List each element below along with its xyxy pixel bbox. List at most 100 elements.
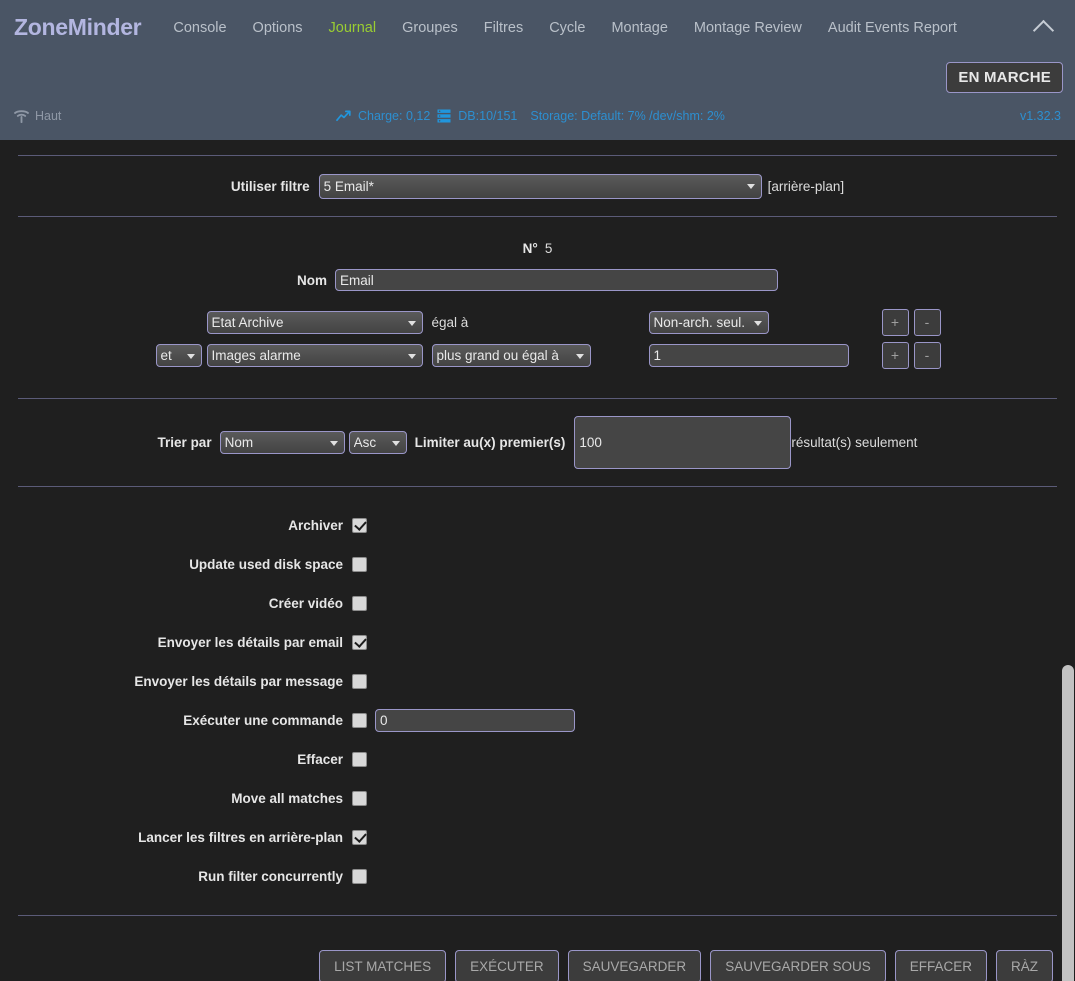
nav-item-filtres[interactable]: Filtres — [484, 20, 523, 36]
footer-button-sauvegarder[interactable]: SAUVEGARDER — [567, 950, 702, 981]
nav-item-groupes[interactable]: Groupes — [402, 20, 458, 36]
limit-input[interactable] — [574, 416, 792, 469]
condition-operator-select[interactable]: plus grand ou égal à — [431, 344, 591, 367]
sort-direction-select[interactable]: Asc — [348, 431, 407, 454]
action-checkbox-label: Envoyer les détails par message — [134, 674, 343, 689]
storage-status[interactable]: Storage: Default: 7% /dev/shm: 2% — [530, 109, 725, 123]
action-checkbox-row: Effacer — [0, 740, 1075, 779]
condition-conjunction-select[interactable]: et — [155, 344, 202, 367]
condition-conjunction-wrap: et — [155, 344, 202, 367]
condition-field-wrap: Images alarme — [206, 344, 423, 367]
footer-button-ex-cuter[interactable]: EXÉCUTER — [455, 950, 559, 981]
nav-item-options[interactable]: Options — [253, 20, 303, 36]
version-label: v1.32.3 — [1019, 109, 1061, 123]
nav-item-montage[interactable]: Montage — [611, 20, 667, 36]
footer-button-sauvegarder-sous[interactable]: SAUVEGARDER SOUS — [710, 950, 886, 981]
condition-field-select[interactable]: Etat Archive — [206, 311, 423, 334]
nav-item-audit-events-report[interactable]: Audit Events Report — [828, 20, 957, 36]
trend-line-icon — [336, 110, 351, 121]
action-checkbox-label: Update used disk space — [189, 557, 343, 572]
app-header: ZoneMinder Console Options Journal Groupes F… — [0, 0, 1075, 140]
load-status[interactable]: Charge: 0,12 — [358, 109, 430, 123]
divider-before-buttons — [18, 915, 1057, 916]
scroll-to-top-label: Haut — [35, 109, 62, 123]
navbar-collapse-toggle[interactable] — [1032, 17, 1055, 42]
action-checkbox[interactable] — [352, 635, 367, 650]
signal-icon — [14, 109, 29, 123]
nav-item-journal[interactable]: Journal — [329, 20, 377, 36]
condition-operator-text: égal à — [431, 315, 469, 330]
action-checkbox-label: Move all matches — [231, 791, 343, 806]
system-state-button[interactable]: EN MARCHE — [946, 62, 1063, 93]
remove-condition-button[interactable]: - — [913, 342, 941, 369]
nav-item-montage-review[interactable]: Montage Review — [694, 20, 802, 36]
use-filter-select[interactable]: 5 Email* — [318, 173, 762, 199]
action-checkbox-row: Run filter concurrently — [0, 857, 1075, 896]
condition-field-wrap: Etat Archive — [206, 311, 423, 334]
db-status[interactable]: DB:10/151 — [458, 109, 517, 123]
sort-direction-select-wrap: Asc — [348, 431, 407, 454]
divider-before-actions — [18, 486, 1057, 487]
filter-conditions: Etat Archive égal à Non-arch. seul. + - et Ima… — [0, 306, 1075, 372]
form-button-row: LIST MATCHES EXÉCUTER SAUVEGARDER SAUVEGARD… — [0, 950, 1075, 981]
page-scrollbar-thumb[interactable] — [1062, 665, 1074, 981]
nav-item-cycle[interactable]: Cycle — [549, 20, 585, 36]
condition-row-controls: + - — [881, 342, 941, 369]
sort-label: Trier par — [157, 435, 212, 450]
footer-button-list-matches[interactable]: LIST MATCHES — [319, 950, 447, 981]
sort-field-select[interactable]: Nom — [219, 431, 345, 454]
footer-button-effacer[interactable]: EFFACER — [894, 950, 987, 981]
action-checkbox-label: Envoyer les détails par email — [157, 635, 343, 650]
filter-id-label: N° — [522, 240, 538, 256]
database-icon — [437, 109, 451, 122]
condition-value-input[interactable] — [648, 344, 849, 367]
action-checkbox-label: Archiver — [288, 518, 343, 533]
filter-name-input[interactable] — [335, 269, 778, 291]
sort-field-select-wrap: Nom — [219, 431, 345, 454]
status-bar: Haut Charge: 0,12 DB:10/151 Storage: Def… — [0, 103, 1075, 129]
action-checkbox-label: Run filter concurrently — [198, 869, 343, 884]
action-checkbox[interactable] — [352, 557, 367, 572]
action-checkbox-label: Lancer les filtres en arrière-plan — [138, 830, 343, 845]
page-scrollbar-track[interactable] — [1061, 155, 1075, 981]
filter-id-row: N° 5 — [0, 232, 1075, 264]
condition-value-select[interactable]: Non-arch. seul. — [648, 311, 769, 334]
action-checkbox-row: Créer vidéo — [0, 584, 1075, 623]
status-metrics: Charge: 0,12 DB:10/151 Storage: Default:… — [336, 109, 725, 124]
action-checkbox[interactable] — [352, 674, 367, 689]
action-checkbox[interactable] — [352, 752, 367, 767]
condition-operator-slot: plus grand ou égal à — [423, 344, 649, 367]
use-filter-select-wrap: 5 Email* — [318, 173, 762, 199]
brand-logo[interactable]: ZoneMinder — [14, 14, 142, 41]
limit-label: Limiter au(x) premier(s) — [414, 435, 566, 450]
condition-row: Etat Archive égal à Non-arch. seul. + - — [0, 306, 1075, 339]
action-checkbox[interactable] — [352, 830, 367, 845]
scroll-to-top-link[interactable]: Haut — [14, 109, 61, 123]
nav-item-console[interactable]: Console — [173, 20, 226, 36]
use-filter-label: Utiliser filtre — [230, 178, 310, 194]
filter-form-content: Utiliser filtre 5 Email* [arrière-plan] … — [0, 155, 1075, 981]
condition-conjunction-slot: et — [135, 344, 207, 367]
action-checkbox-row: Envoyer les détails par email — [0, 623, 1075, 662]
background-note: [arrière-plan] — [767, 178, 845, 194]
filter-name-row: Nom — [0, 264, 1075, 296]
remove-condition-button[interactable]: - — [913, 309, 941, 336]
action-checkbox-row: Exécuter une commande — [0, 701, 1075, 740]
condition-value-slot: Non-arch. seul. — [648, 311, 864, 334]
action-checkbox[interactable] — [352, 518, 367, 533]
action-checkbox[interactable] — [352, 869, 367, 884]
add-condition-button[interactable]: + — [881, 342, 909, 369]
condition-field-select[interactable]: Images alarme — [206, 344, 423, 367]
action-checkbox-row: Archiver — [0, 506, 1075, 545]
action-checkbox[interactable] — [352, 791, 367, 806]
add-condition-button[interactable]: + — [881, 309, 909, 336]
divider-after-use-filter — [18, 216, 1057, 217]
main-navbar: ZoneMinder Console Options Journal Groupes F… — [0, 0, 1075, 55]
use-filter-row: Utiliser filtre 5 Email* [arrière-plan] — [0, 156, 1075, 216]
filter-name-label: Nom — [297, 272, 327, 288]
filter-id-value: 5 — [544, 240, 553, 256]
footer-button-r-z[interactable]: RÀZ — [996, 950, 1053, 981]
execute-command-input[interactable] — [375, 709, 575, 732]
action-checkbox[interactable] — [352, 596, 367, 611]
action-checkbox[interactable] — [352, 713, 367, 728]
